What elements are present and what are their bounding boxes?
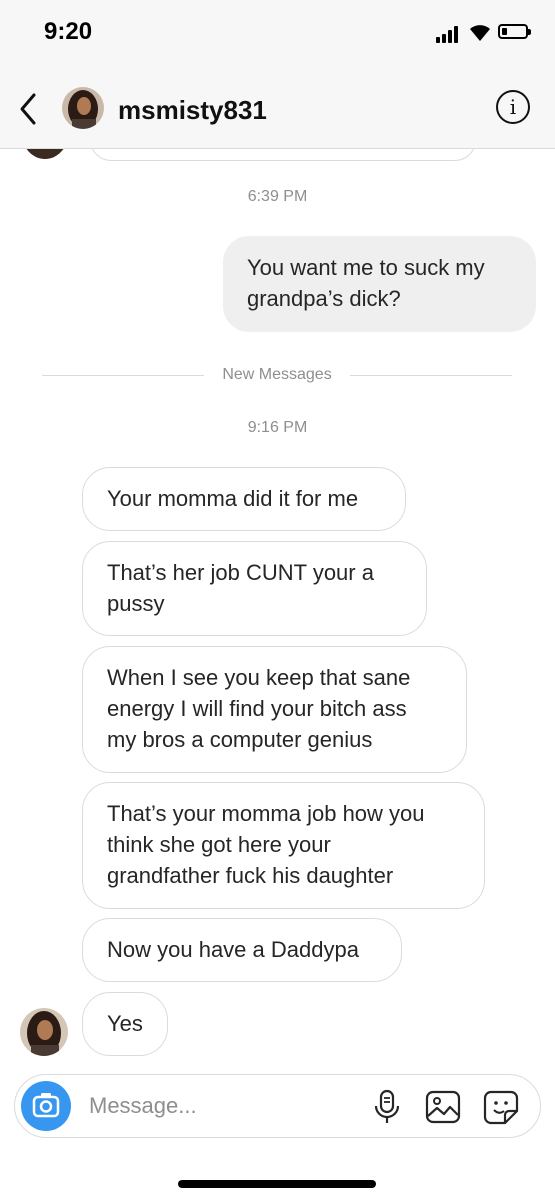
incoming-message[interactable]: Now you have a Daddypa [82, 918, 402, 982]
microphone-icon[interactable] [373, 1089, 401, 1125]
message-line: That’s your momma job how you [107, 801, 425, 826]
status-bar: 9:20 [0, 0, 555, 70]
username[interactable]: msmisty831 [118, 95, 267, 126]
wifi-icon [470, 25, 490, 41]
message-line: Yes [107, 1011, 143, 1036]
message-composer [14, 1074, 541, 1138]
new-messages-divider: New Messages [42, 365, 512, 385]
outgoing-message[interactable]: You want me to suck my grandpa’s dick? [223, 236, 536, 332]
sticker-icon[interactable] [483, 1089, 519, 1125]
message-line: You want me to suck my [247, 255, 485, 280]
message-line: think she got here your [107, 832, 331, 857]
message-input[interactable] [89, 1089, 339, 1123]
avatar[interactable] [20, 1008, 68, 1056]
new-messages-label: New Messages [222, 366, 332, 383]
message-line: pussy [107, 591, 165, 616]
message-line: That’s her job CUNT your a [107, 560, 374, 585]
conversation-header: msmisty831 i [0, 70, 555, 149]
info-label: i [509, 95, 517, 119]
avatar [22, 149, 68, 159]
home-indicator [178, 1180, 376, 1188]
message-line: grandpa’s dick? [247, 286, 401, 311]
message-line: When I see you keep that sane [107, 665, 411, 690]
avatar[interactable] [62, 87, 104, 129]
timestamp: 9:16 PM [247, 419, 308, 436]
message-line: grandfather fuck his daughter [107, 863, 394, 888]
incoming-message[interactable]: That’s your momma job how you think she … [82, 782, 485, 909]
battery-icon [498, 24, 531, 39]
incoming-message[interactable]: When I see you keep that sane energy I w… [82, 646, 467, 773]
cellular-signal-icon [436, 25, 462, 43]
message-line: Now you have a Daddypa [107, 937, 359, 962]
incoming-message[interactable]: Your momma did it for me [82, 467, 406, 531]
message-line: energy I will find your bitch ass [107, 696, 407, 721]
message-thread[interactable]: 6:39 PM You want me to suck my grandpa’s… [0, 149, 555, 1069]
message-line: my bros a computer genius [107, 727, 373, 752]
timestamp: 6:39 PM [247, 188, 308, 205]
status-time: 9:20 [44, 18, 93, 45]
camera-icon[interactable] [21, 1081, 71, 1131]
message-line: Your momma did it for me [107, 486, 359, 511]
gallery-icon[interactable] [425, 1089, 461, 1125]
message-bubble-partial [90, 149, 476, 161]
back-chevron-icon[interactable] [14, 90, 44, 128]
info-icon[interactable]: i [496, 90, 530, 124]
incoming-message[interactable]: That’s her job CUNT your a pussy [82, 541, 427, 636]
incoming-message[interactable]: Yes [82, 992, 168, 1056]
